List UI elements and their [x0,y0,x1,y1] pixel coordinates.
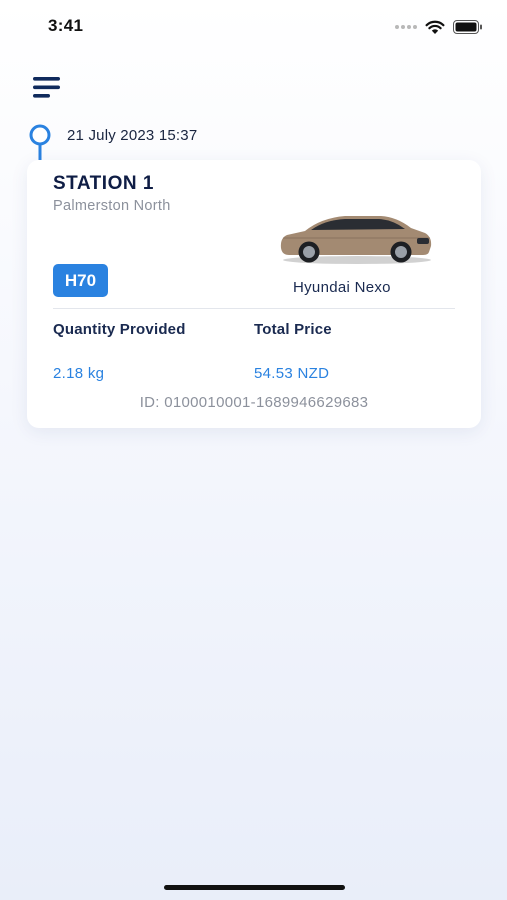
status-time: 3:41 [48,16,84,35]
car-model: Hyundai Nexo [293,279,391,296]
status-bar: 3:41 [0,0,507,54]
car-image [280,216,432,264]
quantity-label: Quantity Provided [53,321,186,338]
price-label: Total Price [254,321,332,338]
record-id: ID: 0100010001-1689946629683 [139,394,369,411]
divider [53,308,455,309]
timeline-date: 21 July 2023 15:37 [67,127,198,144]
transaction-card[interactable]: STATION 1 Palmerston North H70 Hyundai N… [27,160,481,428]
status-icons [395,19,483,35]
pressure-badge: H70 [53,264,108,297]
station-location: Palmerston North [53,198,171,214]
home-indicator[interactable] [164,885,345,890]
station-name: STATION 1 [53,173,154,194]
price-value: 54.53 NZD [254,365,330,382]
quantity-value: 2.18 kg [53,365,105,382]
signal-icon [395,25,417,29]
timeline-pin-icon [29,124,51,160]
wifi-icon [425,20,445,34]
menu-icon [33,77,60,98]
battery-icon [453,20,482,34]
menu-button[interactable] [32,74,62,102]
